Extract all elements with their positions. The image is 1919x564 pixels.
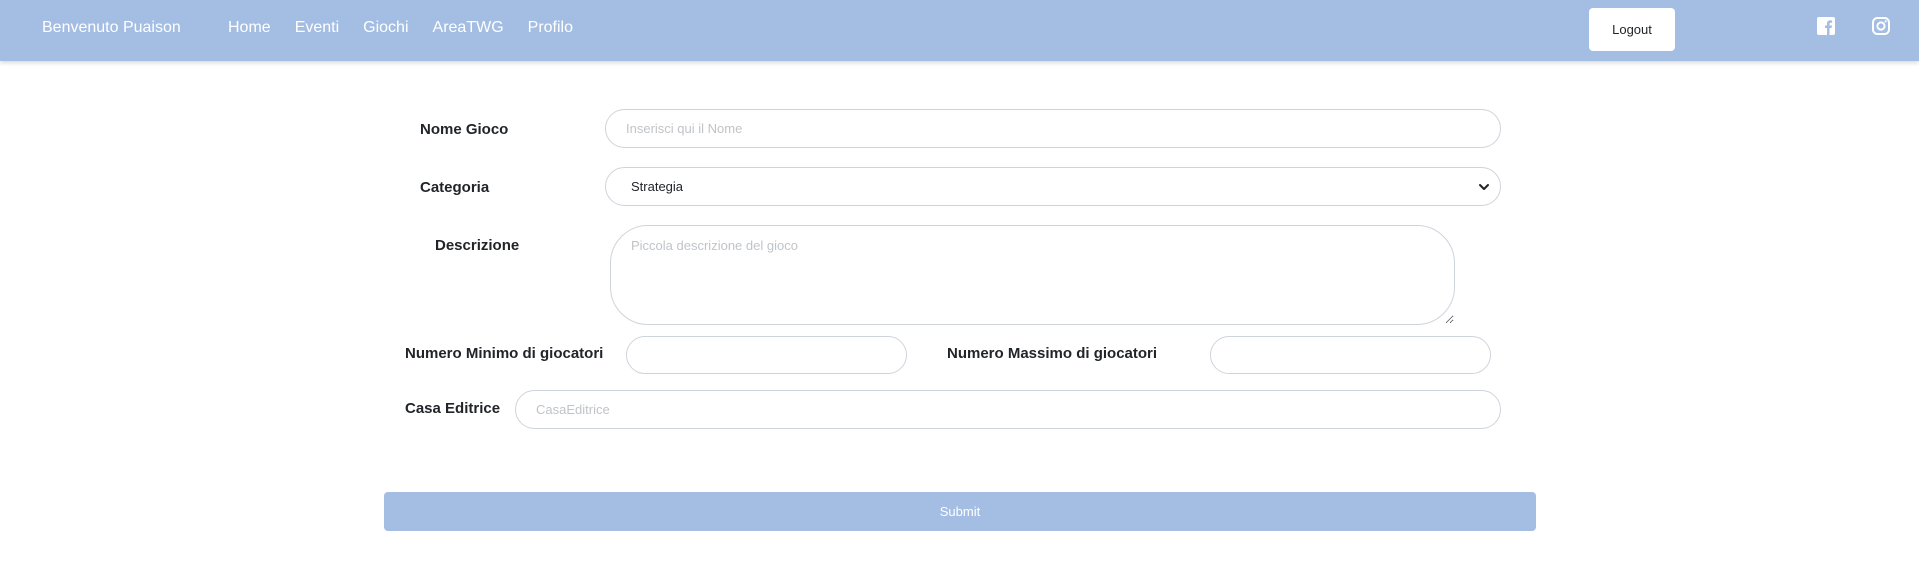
nav-link-eventi[interactable]: Eventi (295, 19, 339, 37)
min-giocatori-input[interactable] (626, 336, 907, 374)
categoria-selected-value: Strategia (631, 179, 684, 194)
nav-link-home[interactable]: Home (228, 19, 271, 37)
casa-editrice-input[interactable] (515, 390, 1501, 429)
max-giocatori-input[interactable] (1210, 336, 1491, 374)
facebook-icon[interactable] (1816, 16, 1836, 36)
nav-link-areatwg[interactable]: AreaTWG (433, 19, 504, 37)
top-navbar: Benvenuto Puaison Home Eventi Giochi Are… (0, 0, 1919, 61)
nav-link-giochi[interactable]: Giochi (363, 19, 408, 37)
nome-gioco-input[interactable] (605, 109, 1501, 148)
nav-link-profilo[interactable]: Profilo (528, 19, 573, 37)
submit-button[interactable]: Submit (384, 492, 1536, 531)
min-giocatori-label: Numero Minimo di giocatori (405, 345, 604, 362)
instagram-icon[interactable] (1871, 16, 1891, 36)
categoria-label: Categoria (420, 179, 490, 196)
nav-links: Home Eventi Giochi AreaTWG Profilo (228, 19, 597, 37)
categoria-select[interactable]: Strategia (605, 167, 1501, 206)
logout-button[interactable]: Logout (1589, 8, 1675, 51)
chevron-down-icon (1479, 183, 1489, 190)
max-giocatori-label: Numero Massimo di giocatori (947, 345, 1158, 362)
descrizione-label: Descrizione (435, 237, 520, 254)
nome-gioco-label: Nome Gioco (420, 121, 509, 138)
casa-editrice-label: Casa Editrice (405, 400, 501, 417)
brand-greeting: Benvenuto Puaison (42, 19, 181, 36)
descrizione-textarea[interactable] (610, 225, 1455, 325)
